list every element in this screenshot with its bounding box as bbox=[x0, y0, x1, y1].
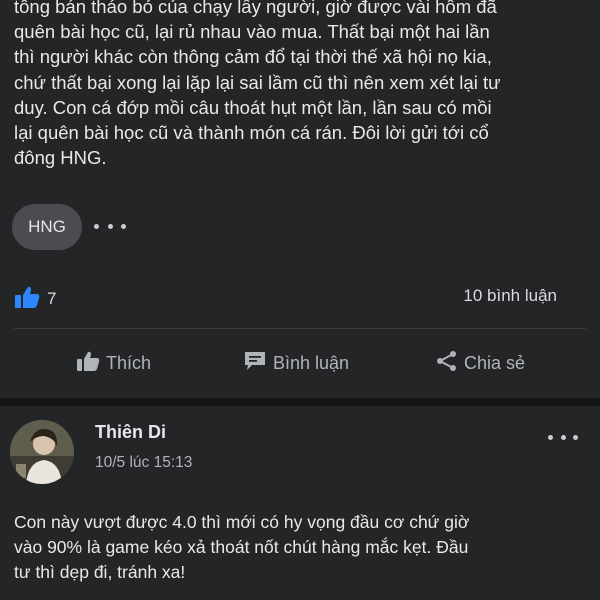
section-separator bbox=[0, 398, 600, 406]
post-body-line: đông HNG. bbox=[14, 147, 107, 169]
comment-count-link[interactable]: 10 bình luận bbox=[463, 286, 557, 306]
more-dots-icon[interactable] bbox=[94, 216, 126, 236]
post-body: tông bán tháo bỏ của chạy lấy người, giờ… bbox=[14, 0, 589, 170]
comment-button-label: Bình luận bbox=[273, 352, 350, 373]
post-card: tông bán tháo bỏ của chạy lấy người, giờ… bbox=[0, 0, 600, 398]
post-body-line: quên bài học cũ, lại rủ nhau vào mua. Th… bbox=[14, 21, 490, 43]
share-button[interactable]: Chia sẻ bbox=[436, 346, 525, 380]
divider bbox=[14, 328, 586, 329]
comment-body-line: Con này vượt được 4.0 thì mới có hy vọng… bbox=[14, 512, 470, 532]
comment-author[interactable]: Thiên Di bbox=[95, 422, 166, 443]
share-button-label: Chia sẻ bbox=[464, 352, 526, 373]
like-count: 7 bbox=[47, 289, 57, 308]
thumbs-up-icon bbox=[14, 285, 40, 314]
post-body-line: chứ thất bại xong lại lặp lại sai lầm cũ… bbox=[14, 71, 501, 93]
more-dots-icon[interactable] bbox=[548, 432, 578, 442]
action-bar: Thích Bình luận Chia sẻ bbox=[0, 346, 600, 380]
share-icon bbox=[436, 350, 458, 377]
like-button[interactable]: Thích bbox=[76, 346, 151, 380]
post-body-line: thì người khác còn thông cảm đổ tại thời… bbox=[14, 46, 492, 68]
comment-button[interactable]: Bình luận bbox=[243, 346, 349, 380]
reaction-summary[interactable]: 7 bbox=[14, 286, 56, 312]
like-button-label: Thích bbox=[106, 352, 152, 373]
comment-card: Thiên Di 10/5 lúc 15:13 Con này vượt đượ… bbox=[0, 406, 600, 600]
post-body-line: duy. Con cá đớp mồi câu thoát hụt một lầ… bbox=[14, 96, 492, 118]
post-body-line: lại quên bài học cũ và thành món cá rán.… bbox=[14, 122, 489, 144]
comment-timestamp[interactable]: 10/5 lúc 15:13 bbox=[95, 454, 192, 472]
stock-tag-chip[interactable]: HNG bbox=[12, 204, 82, 250]
comment-body: Con này vượt được 4.0 thì mới có hy vọng… bbox=[14, 510, 589, 585]
avatar[interactable] bbox=[10, 420, 74, 484]
speech-bubble-icon bbox=[243, 350, 267, 377]
post-body-line: tông bán tháo bỏ của chạy lấy người, giờ… bbox=[14, 0, 497, 17]
thumbs-up-outline-icon bbox=[76, 350, 100, 377]
comment-body-line: vào 90% là game kéo xả thoát nốt chút hà… bbox=[14, 537, 469, 557]
comment-body-line: tư thì dẹp đi, tránh xa! bbox=[14, 562, 186, 582]
